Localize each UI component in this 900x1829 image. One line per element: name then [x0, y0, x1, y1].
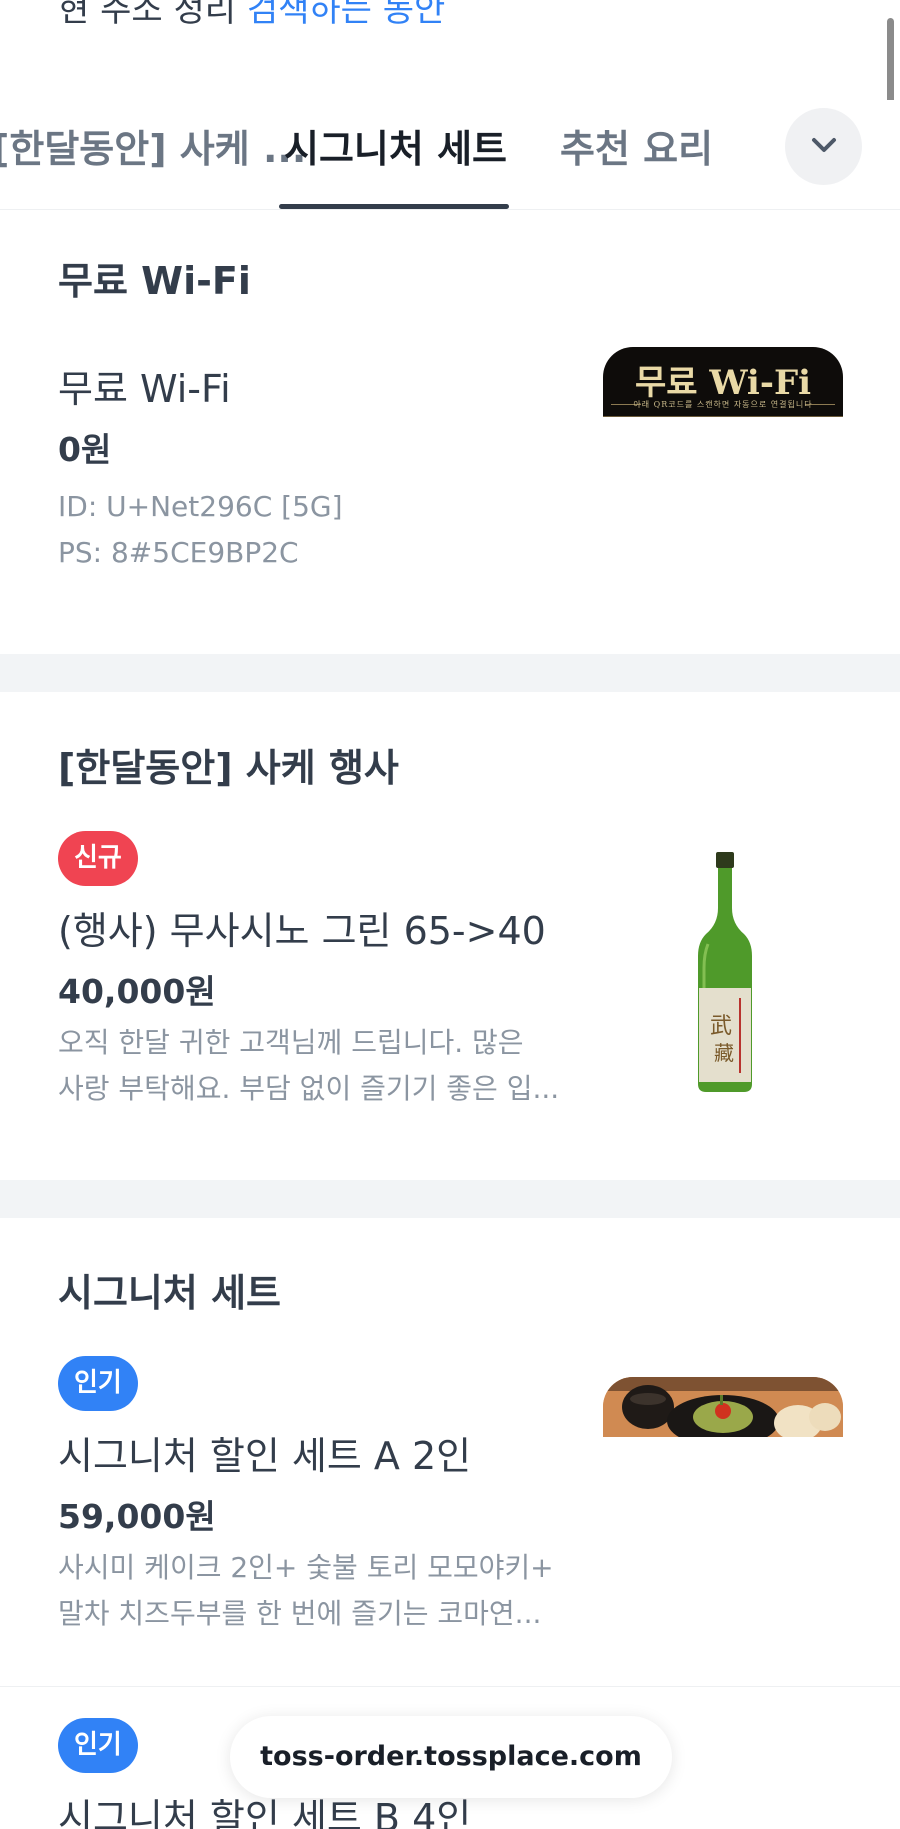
item-desc-line: ID: U+Net296C [5G]	[58, 490, 343, 523]
item-price: 0원	[58, 430, 112, 469]
thumbnail-subtitle: 아래 QR코드를 스캔하면 자동으로 연결됩니다	[633, 400, 813, 409]
section-title-sake-event: [한달동안] 사케 행사	[58, 746, 399, 790]
item-desc-line: PS: 8#5CE9BP2C	[58, 536, 299, 569]
tab-signature-set[interactable]: 시그니처 세트	[284, 118, 507, 173]
item-description: ID: U+Net296C [5G] PS: 8#5CE9BP2C	[58, 484, 568, 576]
sake-bottle-image: 武 藏	[680, 848, 770, 1098]
expand-tabs-button[interactable]	[785, 108, 862, 185]
popular-badge: 인기	[58, 1718, 138, 1773]
category-tab-bar: [한달동안] 사케 ... 시그니처 세트 추천 요리	[0, 100, 900, 210]
svg-text:藏: 藏	[714, 1041, 734, 1065]
top-cut-link[interactable]: 검색하는 동안	[247, 0, 446, 30]
item-desc-line: 말차 치즈두부를 한 번에 즐기는 코마연...	[58, 1597, 542, 1630]
thumbnail-title: 무료 Wi-Fi	[634, 363, 812, 403]
item-divider	[0, 1686, 900, 1687]
item-name: (행사) 무사시노 그린 65->40	[58, 909, 546, 953]
top-cut-text: 현 주소 정리 검색하는 동안	[58, 0, 445, 31]
item-desc-line: 오직 한달 귀한 고객님께 드립니다. 많은	[58, 1026, 524, 1059]
chevron-down-icon	[807, 128, 841, 166]
section-divider	[0, 1180, 900, 1218]
url-domain: toss-order.tossplace.com	[260, 1741, 642, 1772]
item-price: 59,000원	[58, 1497, 216, 1536]
browser-url-bar[interactable]: toss-order.tossplace.com	[230, 1716, 672, 1798]
item-desc-line: 사랑 부탁해요. 부담 없이 즐기기 좋은 입...	[58, 1072, 560, 1105]
item-price: 40,000원	[58, 972, 216, 1011]
svg-text:武: 武	[710, 1014, 732, 1039]
item-name: 시그니처 할인 세트 A 2인	[58, 1434, 472, 1478]
item-description: 오직 한달 귀한 고객님께 드립니다. 많은 사랑 부탁해요. 부담 없이 즐기…	[58, 1020, 568, 1112]
item-thumbnail-signature-set	[603, 1377, 843, 1437]
new-badge: 신규	[58, 831, 138, 886]
tab-sake-event[interactable]: [한달동안] 사케 ...	[0, 118, 306, 173]
active-tab-indicator	[279, 204, 509, 209]
item-name: 무료 Wi-Fi	[58, 367, 231, 411]
top-cut-prefix: 현 주소 정리	[58, 0, 237, 30]
item-description: 사시미 케이크 2인+ 숯불 토리 모모야키+ 말차 치즈두부를 한 번에 즐기…	[58, 1545, 568, 1637]
item-thumbnail-wifi: 무료 Wi-Fi 아래 QR코드를 스캔하면 자동으로 연결됩니다	[603, 347, 843, 417]
section-divider	[0, 654, 900, 692]
item-desc-line: 사시미 케이크 2인+ 숯불 토리 모모야키+	[58, 1551, 554, 1584]
section-title-signature-set: 시그니처 세트	[58, 1271, 281, 1315]
tab-recommended-dishes[interactable]: 추천 요리	[560, 118, 713, 173]
section-title-wifi: 무료 Wi-Fi	[58, 259, 251, 303]
popular-badge: 인기	[58, 1356, 138, 1411]
